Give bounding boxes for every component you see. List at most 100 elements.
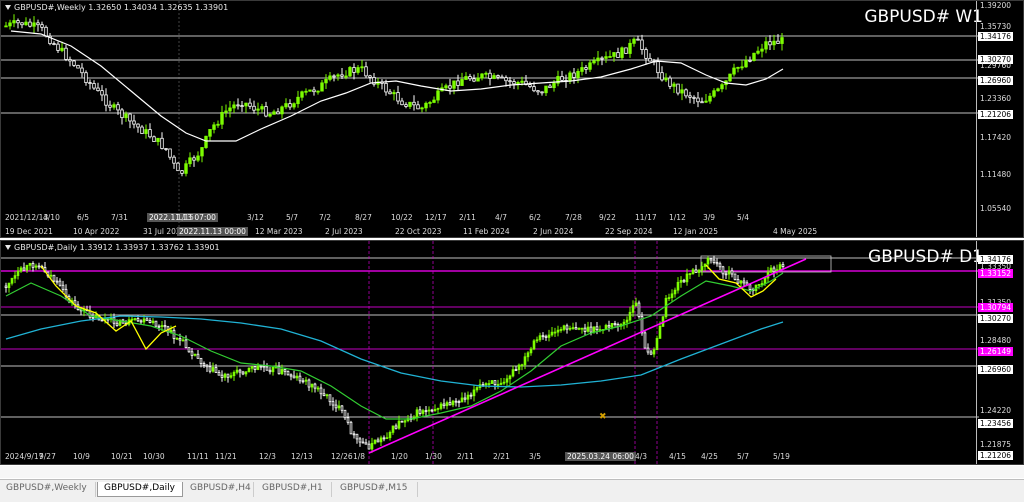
candle-body	[763, 277, 767, 284]
time-label: 10 Apr 2022	[73, 227, 120, 236]
time-label: 10/22	[391, 213, 413, 222]
candle-body	[169, 329, 173, 333]
candle-body	[312, 89, 316, 93]
candle-body	[528, 84, 532, 87]
price-label-1-28480: 1.28480	[980, 336, 1012, 345]
candle-body	[764, 41, 768, 50]
candle-body	[310, 383, 314, 388]
candle-body	[526, 352, 530, 358]
candle-body	[332, 75, 336, 78]
price-label-1-24220: 1.24220	[980, 406, 1012, 415]
candle-body	[632, 38, 636, 44]
candle-body	[188, 157, 192, 165]
daily-price-axis[interactable]: 1.341761.333501.331521.313501.307941.302…	[976, 241, 1023, 464]
time-label: 12/3	[259, 452, 276, 461]
tab-daily[interactable]: GBPUSD#,Daily	[97, 482, 183, 497]
candle-body	[748, 59, 752, 62]
candle-body	[289, 374, 293, 377]
candle-body	[604, 56, 608, 59]
daily-chart-pane[interactable]: ✖ GBPUSD#,Daily 1.33912 1.33937 1.33762 …	[0, 240, 1024, 465]
candle-body	[781, 264, 785, 267]
candle-body	[364, 66, 368, 77]
candle-body	[508, 80, 512, 83]
candle-body	[175, 338, 179, 340]
candle-body	[223, 373, 227, 378]
candle-body	[620, 47, 624, 58]
candle-body	[319, 387, 323, 395]
price-label-1-26960: 1.26960	[978, 76, 1014, 85]
candle-body	[586, 326, 590, 332]
time-label: 1/30	[425, 452, 442, 461]
candle-body	[132, 120, 136, 125]
time-label: 11/21	[215, 452, 237, 461]
candle-body	[685, 273, 689, 283]
candle-body	[313, 383, 317, 389]
candle-body	[472, 78, 476, 82]
candle-body	[676, 83, 680, 94]
moving-average-line	[10, 30, 784, 142]
tab-m15[interactable]: GBPUSD#,M15	[334, 482, 418, 497]
weekly-ohlc-text: GBPUSD#,Weekly 1.32650 1.34034 1.32635 1…	[14, 3, 229, 12]
candle-body	[193, 353, 197, 356]
weekly-price-axis[interactable]: 1.39200 1.35730 1.34176 1.30270 1.29760 1.269…	[976, 1, 1023, 237]
candle-body	[284, 103, 288, 108]
candle-body	[168, 148, 172, 158]
candle-body	[320, 82, 324, 92]
candle-body	[181, 339, 185, 342]
price-label-1-21206: 1.21206	[978, 110, 1014, 119]
time-label: 2 Jul 2023	[325, 227, 363, 236]
tab-h1[interactable]: GBPUSD#,H1	[256, 482, 332, 497]
time-label: 10/9	[73, 452, 90, 461]
candle-body	[240, 105, 244, 107]
candle-body	[382, 437, 386, 440]
price-label-1-05540: 1.05540	[980, 204, 1012, 213]
weekly-chart-canvas[interactable]	[1, 1, 979, 238]
candle-body	[596, 57, 600, 62]
candle-body	[508, 375, 512, 380]
candle-body	[613, 323, 617, 325]
candle-body	[235, 369, 239, 373]
weekly-chart-pane[interactable]: GBPUSD#,Weekly 1.32650 1.34034 1.32635 1…	[0, 0, 1024, 238]
candle-body	[428, 102, 432, 104]
candle-body	[448, 402, 452, 406]
candle-body	[373, 439, 377, 444]
candle-body	[664, 297, 668, 318]
candle-body	[91, 316, 95, 319]
price-label-1-21875: 1.21875	[980, 440, 1012, 449]
time-label: 2022.11.13 00:00	[177, 227, 248, 236]
candle-body	[76, 64, 80, 69]
daily-chart-canvas[interactable]: ✖	[1, 241, 979, 465]
candle-body	[325, 394, 329, 397]
price-label-1-23456: 1.23456	[978, 419, 1014, 428]
candle-body	[655, 337, 659, 351]
candle-body	[421, 410, 425, 414]
candle-body	[192, 157, 196, 161]
candle-body	[548, 85, 552, 89]
tab-h4[interactable]: GBPUSD#,H4	[184, 482, 254, 497]
candle-body	[706, 258, 710, 265]
candle-body	[58, 280, 62, 286]
tab-weekly[interactable]: GBPUSD#,Weekly	[0, 482, 96, 497]
candle-body	[580, 67, 584, 72]
candle-body	[608, 56, 612, 58]
candle-body	[476, 77, 480, 82]
candle-body	[540, 91, 544, 94]
candle-body	[732, 67, 736, 75]
candle-body	[490, 380, 494, 384]
candle-body	[742, 280, 746, 284]
candle-body	[523, 356, 527, 366]
candle-body	[769, 267, 773, 273]
candle-body	[565, 325, 569, 330]
candle-body	[576, 71, 580, 78]
candle-body	[612, 52, 616, 57]
candle-body	[152, 136, 156, 142]
candle-body	[532, 340, 536, 350]
candle-body	[592, 60, 596, 64]
candle-body	[37, 265, 41, 268]
candle-body	[364, 442, 368, 445]
candle-body	[572, 72, 576, 78]
candle-body	[740, 66, 744, 69]
price-label-1-29760: 1.29760	[980, 61, 1012, 70]
candle-body	[697, 269, 701, 273]
candle-body	[484, 72, 488, 75]
